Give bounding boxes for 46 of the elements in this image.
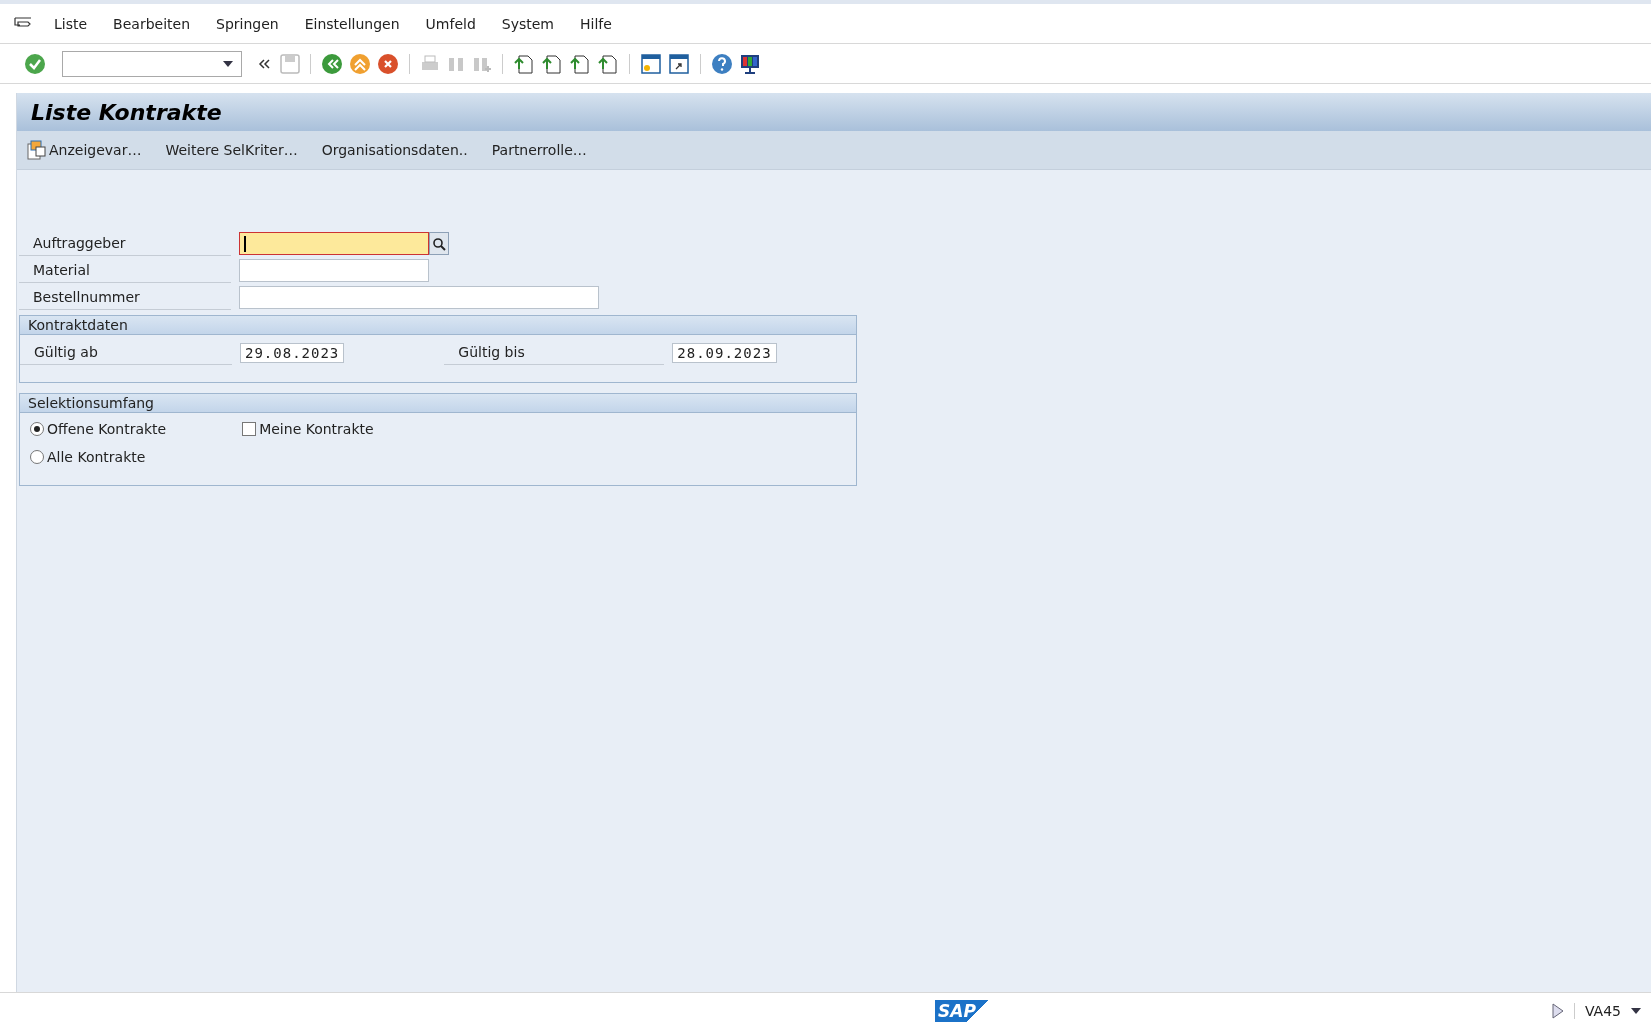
radio-label: Alle Kontrakte (47, 449, 146, 465)
menu-item[interactable]: Hilfe (580, 15, 612, 32)
radio-label: Offene Kontrakte (47, 421, 167, 437)
monitor-icon[interactable] (739, 52, 761, 75)
menu-item[interactable]: System (501, 15, 554, 32)
group-title: Kontraktdaten (20, 316, 856, 335)
collapse-icon[interactable] (258, 57, 270, 70)
date-field[interactable]: 29.08.2023 (240, 342, 345, 363)
play-icon[interactable] (1551, 1003, 1564, 1019)
field-label: Gültig bis (444, 340, 665, 365)
page-title: Liste Kontrakte (31, 99, 222, 125)
toolbar-button[interactable]: Partnerrolle… (491, 140, 587, 160)
caret-icon[interactable] (1631, 1008, 1641, 1014)
toolbar-button[interactable]: Organisationsdaten.. (321, 140, 468, 160)
date-field[interactable]: 28.09.2023 (672, 342, 777, 363)
input-field[interactable] (239, 286, 599, 309)
new-window-icon[interactable] (640, 52, 662, 75)
help-icon[interactable] (711, 52, 733, 75)
menu-item[interactable]: Umfeld (425, 15, 476, 32)
check-icon[interactable] (24, 52, 46, 75)
shortcut-window-icon[interactable] (668, 52, 690, 75)
field-label: Material (19, 258, 231, 283)
toolbar-button[interactable]: Weitere SelKriter… (165, 140, 298, 160)
dropdown-caret-icon[interactable] (223, 60, 233, 67)
menu-item[interactable]: Liste (54, 15, 88, 32)
menu-item[interactable]: Einstellungen (304, 15, 400, 32)
menu-item[interactable]: Bearbeiten (113, 15, 190, 32)
cancel-icon[interactable] (377, 52, 399, 75)
radio-button[interactable] (30, 422, 44, 436)
radio-button[interactable] (30, 450, 44, 464)
toolbar-button[interactable]: Anzeigevar… (27, 138, 142, 162)
search-button[interactable] (429, 232, 449, 255)
back-icon[interactable] (321, 52, 343, 75)
field-label: Bestellnummer (19, 285, 231, 310)
checkbox-label: Meine Kontrakte (259, 421, 374, 437)
input-field[interactable] (239, 232, 429, 255)
field-label: Gültig ab (20, 340, 232, 365)
sap-logo: SAP (935, 1000, 990, 1022)
layout-icon (27, 140, 47, 160)
command-field[interactable] (62, 50, 242, 77)
menu-item[interactable]: Springen (216, 15, 279, 32)
group-title: Selektionsumfang (20, 394, 856, 413)
checkbox[interactable] (242, 422, 257, 436)
field-label: Auftraggeber (19, 231, 231, 256)
transaction-code[interactable]: VA45 (1573, 1003, 1621, 1019)
input-field[interactable] (239, 259, 429, 282)
